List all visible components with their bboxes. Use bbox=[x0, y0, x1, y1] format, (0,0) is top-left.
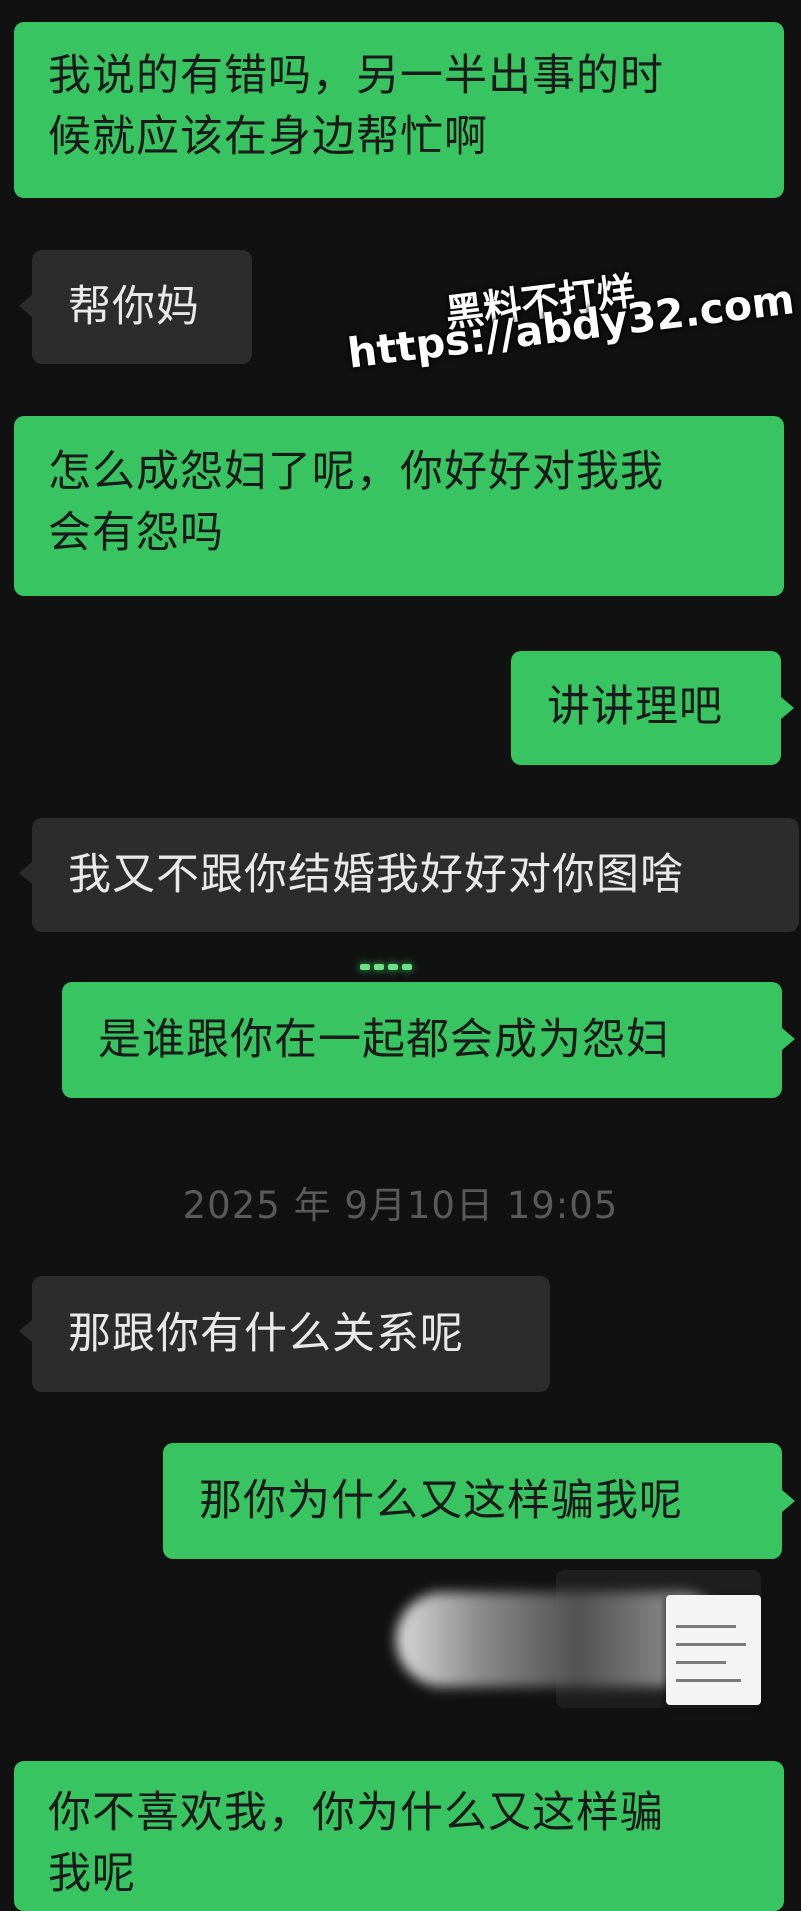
message-bubble-incoming[interactable]: 那跟你有什么关系呢 bbox=[32, 1276, 550, 1392]
timestamp-divider: 2025 年 9月10日 19:05 bbox=[182, 1184, 619, 1227]
bubble-tail-icon bbox=[782, 1490, 795, 1512]
message-text-line: 会有怨吗 bbox=[48, 508, 224, 558]
message-bubble-outgoing[interactable]: 那你为什么又这样骗我呢 bbox=[163, 1443, 782, 1559]
message-text-line: 讲讲理吧 bbox=[547, 682, 723, 732]
chat-window: 我说的有错吗，另一半出事的时 候就应该在身边帮忙啊 帮你妈 怎么成怨妇了呢，你好… bbox=[0, 0, 801, 1911]
message-bubble-outgoing[interactable]: 是谁跟你在一起都会成为怨妇 bbox=[62, 982, 782, 1098]
message-text-line: 我呢 bbox=[48, 1849, 136, 1899]
message-text-line: 候就应该在身边帮忙啊 bbox=[48, 112, 488, 162]
message-text-line: 是谁跟你在一起都会成为怨妇 bbox=[98, 1015, 670, 1065]
blurred-image-message[interactable] bbox=[396, 1570, 761, 1710]
message-text-line: 帮你妈 bbox=[68, 282, 200, 332]
message-text-line: 你不喜欢我，你为什么又这样骗 bbox=[48, 1788, 664, 1838]
bubble-tail-icon bbox=[19, 1320, 32, 1342]
message-text-line: 那跟你有什么关系呢 bbox=[68, 1309, 464, 1359]
bubble-tail-icon bbox=[19, 295, 32, 317]
message-text-line: 我说的有错吗，另一半出事的时 bbox=[48, 51, 664, 101]
message-bubble-outgoing[interactable]: 你不喜欢我，你为什么又这样骗 我呢 bbox=[14, 1761, 784, 1911]
message-text-line: 那你为什么又这样骗我呢 bbox=[199, 1476, 683, 1526]
message-bubble-outgoing[interactable]: 我说的有错吗，另一半出事的时 候就应该在身边帮忙啊 bbox=[14, 22, 784, 198]
message-bubble-outgoing[interactable]: 怎么成怨妇了呢，你好好对我我 会有怨吗 bbox=[14, 416, 784, 596]
message-bubble-incoming[interactable]: 帮你妈 bbox=[32, 250, 252, 364]
bubble-tail-icon bbox=[781, 697, 794, 719]
message-bubble-outgoing[interactable]: 讲讲理吧 bbox=[511, 651, 781, 765]
message-bubble-incoming[interactable]: 我又不跟你结婚我好好对你图啥 bbox=[32, 818, 799, 932]
bubble-tail-icon bbox=[782, 1028, 795, 1050]
message-text-line: 我又不跟你结婚我好好对你图啥 bbox=[68, 850, 684, 900]
bubble-tail-icon bbox=[19, 862, 32, 884]
image-thumbnail bbox=[666, 1595, 761, 1705]
typing-dots-icon bbox=[360, 955, 430, 970]
message-text-line: 怎么成怨妇了呢，你好好对我我 bbox=[48, 447, 664, 497]
